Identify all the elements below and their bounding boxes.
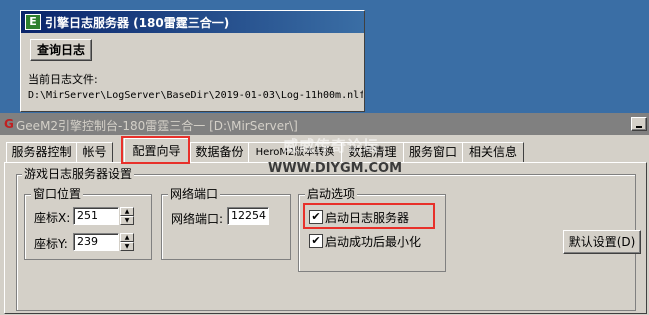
log-window-title: 引擎日志服务器 (180雷霆三合一) [45,16,230,30]
log-window-titlebar[interactable]: E 引擎日志服务器 (180雷霆三合一) [21,11,364,33]
console-titlebar[interactable]: G GeeM2引擎控制台-180雷霆三合一 [D:\MirServer\] [0,113,649,135]
minimize-after-start-checkbox[interactable]: ✔ [309,234,323,248]
app-g-icon: G [4,117,14,131]
app-e-icon: E [25,14,41,30]
query-log-button[interactable]: 查询日志 [30,39,92,61]
tab-about[interactable]: 相关信息 [462,142,524,162]
window-position-label: 窗口位置 [31,187,84,201]
y-coordinate-input[interactable]: 239 [73,233,119,251]
tab-service-window[interactable]: 服务窗口 [403,142,463,162]
minimize-icon [636,126,642,128]
x-coordinate-input[interactable]: 251 [73,207,119,225]
network-port-label: 网络端口: [171,212,224,226]
default-settings-button[interactable]: 默认设置(D) [563,230,641,254]
spin-down-icon[interactable]: ▼ [120,242,134,251]
tab-data-backup[interactable]: 数据备份 [190,142,249,162]
tab-account[interactable]: 帐号 [76,142,113,162]
x-coordinate-spinner[interactable]: ▲ ▼ [120,207,134,225]
x-coordinate-label: 座标X: [34,211,71,225]
current-file-label: 当前日志文件: [28,73,98,86]
tab-server-control[interactable]: 服务器控制 [6,142,77,162]
log-server-settings-label: 游戏日志服务器设置 [22,167,135,181]
watermark-chinese: 威威传奇论坛 [283,137,380,155]
console-title: GeeM2引擎控制台-180雷霆三合一 [D:\MirServer\] [16,119,298,133]
option-highlight [303,203,435,229]
network-port-group-label: 网络端口 [168,187,221,201]
current-file-path: D:\MirServer\LogServer\BaseDir\2019-01-0… [28,90,363,101]
active-tab-highlight [121,136,190,164]
network-port-group [161,194,291,260]
network-port-input[interactable]: 12254 [227,207,269,225]
log-server-window: E 引擎日志服务器 (180雷霆三合一) 查询日志 当前日志文件: D:\Mir… [20,10,365,112]
spin-up-icon[interactable]: ▲ [120,233,134,242]
minimize-button[interactable] [631,117,647,131]
minimize-after-start-label[interactable]: 启动成功后最小化 [325,233,421,250]
tab-panel: 游戏日志服务器设置 窗口位置 座标X: 251 ▲ ▼ 座标Y: 239 ▲ ▼… [4,162,647,314]
spin-down-icon[interactable]: ▼ [120,216,134,225]
spin-up-icon[interactable]: ▲ [120,207,134,216]
y-coordinate-spinner[interactable]: ▲ ▼ [120,233,134,251]
y-coordinate-label: 座标Y: [34,237,68,251]
startup-options-label: 启动选项 [305,187,358,201]
watermark-url: WWW.DIYGM.COM [268,161,403,176]
